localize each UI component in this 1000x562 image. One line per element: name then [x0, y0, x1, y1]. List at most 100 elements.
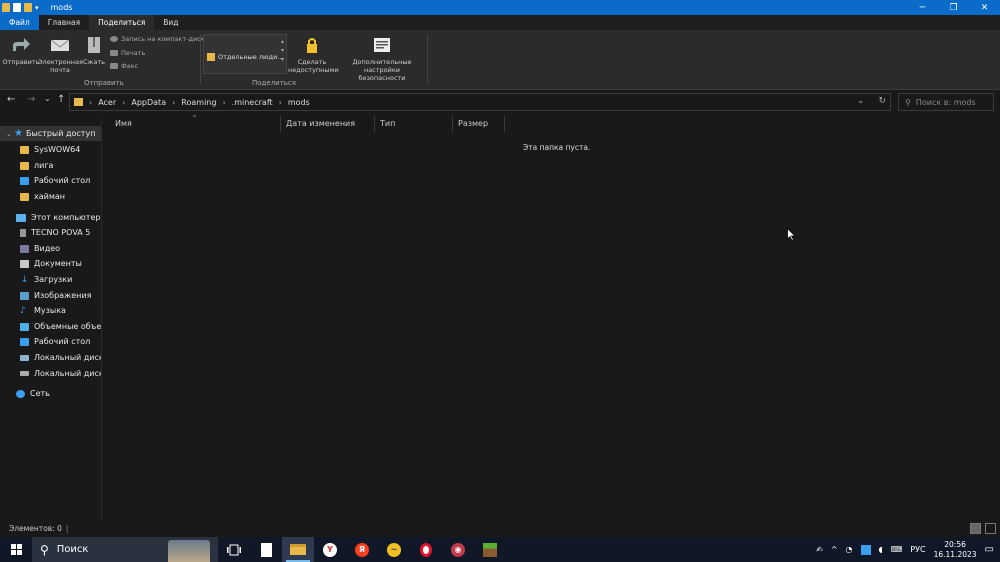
column-name[interactable]: Имя ^	[110, 115, 281, 132]
gallery-item-people[interactable]: Отдельные люди...	[204, 35, 286, 61]
taskbar-opera[interactable]	[410, 537, 442, 562]
taskbar-search[interactable]: ⚲ Поиск	[32, 537, 218, 562]
taskbar-game-app[interactable]: ◉	[442, 537, 474, 562]
taskbar-notepad[interactable]	[250, 537, 282, 562]
recent-locations-button[interactable]: ⌄	[44, 94, 51, 103]
title-bar[interactable]: ▾ mods ─ ❐ ✕	[0, 0, 1000, 15]
star-icon: ★	[14, 128, 23, 139]
sidebar-network[interactable]: Сеть	[0, 386, 101, 401]
up-button[interactable]: ↑	[57, 94, 65, 105]
close-button[interactable]: ✕	[969, 0, 1000, 15]
breadcrumb-roaming[interactable]: Roaming	[181, 98, 216, 107]
document-icon	[20, 259, 29, 268]
large-icons-view-button[interactable]	[985, 523, 996, 534]
taskbar-yandex[interactable]: Я	[346, 537, 378, 562]
sidebar-item-disk-c[interactable]: Локальный диск (C:)	[0, 350, 101, 365]
folder-icon	[2, 3, 10, 12]
sidebar-this-pc[interactable]: Этот компьютер	[0, 210, 101, 225]
minimize-button[interactable]: ─	[907, 0, 938, 15]
sidebar-item-music[interactable]: ♪ Музыка	[0, 303, 101, 318]
taskbar-minecraft[interactable]	[474, 537, 506, 562]
properties-icon[interactable]	[13, 3, 21, 12]
breadcrumb-mods[interactable]: mods	[288, 98, 310, 107]
sidebar-item-liga[interactable]: лига	[0, 158, 101, 173]
breadcrumb-minecraft[interactable]: .minecraft	[232, 98, 273, 107]
sidebar-label: Рабочий стол	[34, 176, 91, 185]
breadcrumb-appdata[interactable]: AppData	[131, 98, 166, 107]
email-icon	[50, 39, 70, 51]
chevron-right-icon[interactable]: ›	[279, 98, 282, 107]
chevron-right-icon[interactable]: ›	[172, 98, 175, 107]
sidebar-label: Локальный диск (D:)	[34, 369, 101, 378]
taskbar-yandex-browser[interactable]: Y	[314, 537, 346, 562]
taskbar-file-explorer[interactable]	[282, 537, 314, 562]
share-with-gallery[interactable]: Отдельные люди... ▴ ▾ ▾	[203, 34, 287, 74]
share-send-button[interactable]: Отправить	[2, 32, 40, 66]
taskbar-app-yellow[interactable]: ~	[378, 537, 410, 562]
email-button[interactable]: Электронная почта	[38, 32, 83, 74]
sidebar-item-3d-objects[interactable]: Объемные объекты	[0, 319, 101, 334]
sidebar-quick-access[interactable]: ⌄ ★ Быстрый доступ	[0, 126, 101, 141]
folder-icon	[20, 161, 29, 170]
maximize-button[interactable]: ❐	[938, 0, 969, 15]
burn-disc-button[interactable]: Запись на компакт-диск	[110, 35, 205, 43]
column-date-modified[interactable]: Дата изменения	[281, 116, 375, 132]
clock[interactable]: 20:56 16.11.2023	[934, 540, 977, 560]
start-button[interactable]	[0, 537, 32, 562]
sidebar-label: хайман	[34, 192, 66, 201]
mouse-cursor-icon	[787, 228, 796, 241]
tray-app-icon[interactable]	[860, 544, 871, 555]
tab-file[interactable]: Файл	[0, 15, 39, 30]
sidebar-item-desktop-pinned[interactable]: Рабочий стол	[0, 173, 101, 188]
keyboard-icon[interactable]: ⌨	[891, 545, 903, 554]
refresh-icon[interactable]: ↻	[878, 96, 886, 106]
sidebar-item-videos[interactable]: Видео	[0, 241, 101, 256]
zip-button[interactable]: Сжать	[83, 32, 105, 66]
fax-button[interactable]: Факс	[110, 62, 138, 70]
column-name-label: Имя	[115, 119, 132, 128]
customize-toolbar-icon[interactable]: ▾	[35, 4, 39, 12]
sidebar-label: Загрузки	[34, 275, 73, 284]
gallery-scroll[interactable]: ▴ ▾ ▾	[281, 37, 284, 64]
sidebar-item-downloads[interactable]: ↓ Загрузки	[0, 272, 101, 287]
stop-sharing-button[interactable]: Сделать недоступными	[288, 32, 339, 74]
sidebar-item-phone[interactable]: TECNO POVA 5	[0, 225, 101, 240]
sidebar-item-documents[interactable]: Документы	[0, 256, 101, 271]
sidebar-item-khaiman[interactable]: хайман	[0, 189, 101, 204]
navigation-bar: ← → ⌄ ↑ › Acer › AppData › Roaming › .mi…	[0, 90, 1000, 114]
sidebar-item-disk-d[interactable]: Локальный диск (D:)	[0, 366, 101, 381]
column-type[interactable]: Тип	[375, 116, 453, 132]
send-group-label: Отправить	[84, 79, 124, 87]
column-size[interactable]: Размер	[453, 116, 505, 132]
task-view-button[interactable]	[218, 537, 250, 562]
chevron-up-icon[interactable]: ^	[831, 545, 838, 554]
sidebar-item-desktop[interactable]: Рабочий стол	[0, 334, 101, 349]
print-button[interactable]: Печать	[110, 49, 145, 57]
taskbar: ⚲ Поиск Y Я ~ ◉ ✍ ^ ◔ ◖ ⌨ РУС 20:56 16.1…	[0, 537, 1000, 562]
language-indicator[interactable]: РУС	[910, 545, 925, 554]
search-box[interactable]: ⚲ Поиск в: mods	[898, 93, 994, 111]
forward-button[interactable]: →	[27, 94, 35, 105]
address-history-icon[interactable]: ⌄	[857, 96, 865, 106]
advanced-security-button[interactable]: Дополнительные настройки безопасности	[340, 32, 424, 82]
sidebar-item-pictures[interactable]: Изображения	[0, 288, 101, 303]
tab-view[interactable]: Вид	[154, 15, 187, 30]
tab-share[interactable]: Поделиться	[89, 15, 155, 30]
chevron-right-icon[interactable]: ›	[122, 98, 125, 107]
volume-icon[interactable]: ◖	[879, 545, 883, 554]
notifications-icon[interactable]: ▭	[985, 544, 994, 555]
chevron-down-icon[interactable]: ⌄	[6, 130, 14, 138]
sidebar-label: Этот компьютер	[31, 213, 101, 222]
sidebar-item-syswow64[interactable]: SysWOW64	[0, 142, 101, 157]
pen-icon[interactable]: ✍	[816, 545, 823, 554]
breadcrumb-acer[interactable]: Acer	[98, 98, 116, 107]
network-icon[interactable]: ◔	[846, 545, 853, 554]
address-bar[interactable]: › Acer › AppData › Roaming › .minecraft …	[69, 93, 891, 111]
sidebar-label: Быстрый доступ	[25, 129, 96, 138]
new-folder-icon[interactable]	[24, 3, 32, 12]
details-view-button[interactable]	[970, 523, 981, 534]
back-button[interactable]: ←	[7, 94, 15, 105]
advanced-security-label-2: настройки безопасности	[358, 66, 406, 82]
chevron-right-icon[interactable]: ›	[222, 98, 225, 107]
tab-home[interactable]: Главная	[39, 15, 89, 30]
